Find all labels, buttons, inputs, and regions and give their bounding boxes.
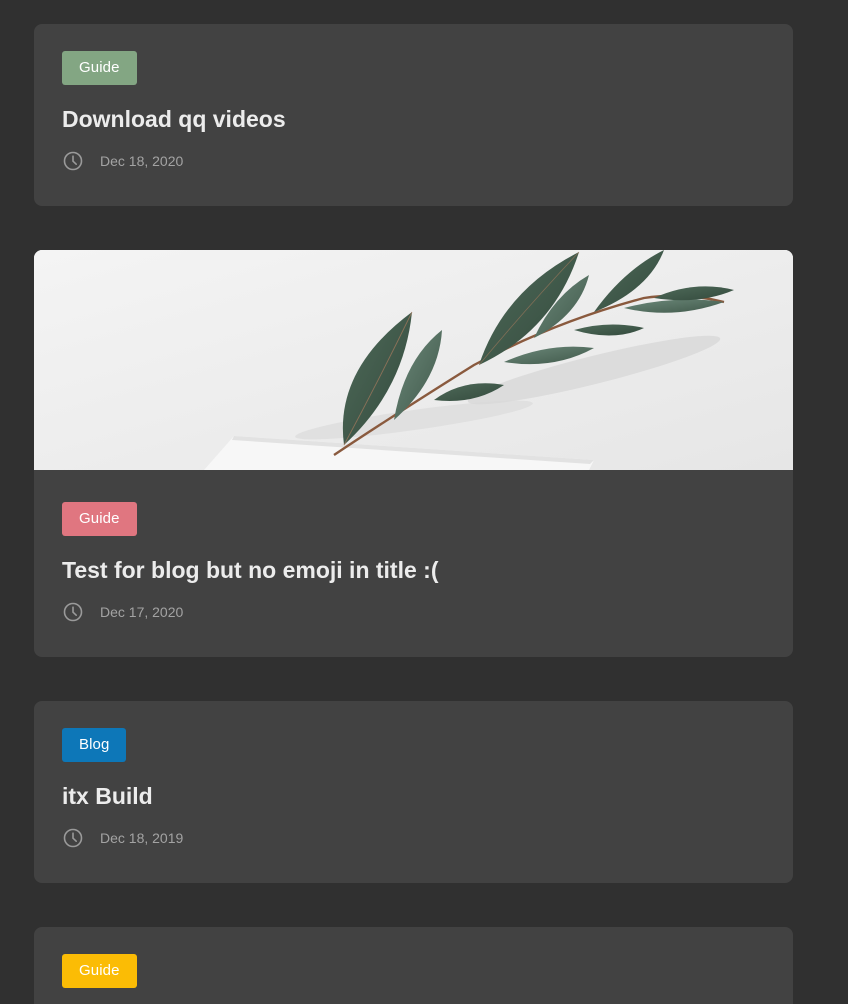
post-meta: Dec 17, 2020 <box>62 601 765 623</box>
post-meta: Dec 18, 2020 <box>62 150 765 172</box>
clock-icon <box>62 601 84 623</box>
post-card[interactable]: Guide Download qq videos Dec 18, 2020 <box>34 24 793 206</box>
post-card-body: Guide Test for blog but no emoji in titl… <box>34 470 793 623</box>
clock-icon <box>62 827 84 849</box>
clock-icon <box>62 150 84 172</box>
post-date: Dec 18, 2019 <box>100 830 184 846</box>
post-meta: Dec 18, 2019 <box>62 827 765 849</box>
post-card-body: Guide Download qq videos Dec 18, 2020 <box>34 24 793 172</box>
post-card-body: Blog itx Build Dec 18, 2019 <box>34 701 793 849</box>
post-card[interactable]: Blog itx Build Dec 18, 2019 <box>34 701 793 883</box>
post-card[interactable]: Guide Test for blog but no emoji in titl… <box>34 250 793 657</box>
post-date: Dec 18, 2020 <box>100 153 184 169</box>
post-feed: Guide Download qq videos Dec 18, 2020 Gu… <box>0 0 848 1004</box>
category-tag[interactable]: Guide <box>62 954 137 988</box>
post-title[interactable]: Download qq videos <box>62 105 765 133</box>
post-title[interactable]: itx Build <box>62 782 765 810</box>
post-cover-image[interactable] <box>34 250 793 470</box>
post-card-body: Guide <box>34 927 793 988</box>
category-tag[interactable]: Guide <box>62 51 137 85</box>
post-card[interactable]: Guide <box>34 927 793 1004</box>
post-title[interactable]: Test for blog but no emoji in title :( <box>62 556 765 584</box>
category-tag[interactable]: Guide <box>62 502 137 536</box>
category-tag[interactable]: Blog <box>62 728 127 762</box>
post-date: Dec 17, 2020 <box>100 604 184 620</box>
